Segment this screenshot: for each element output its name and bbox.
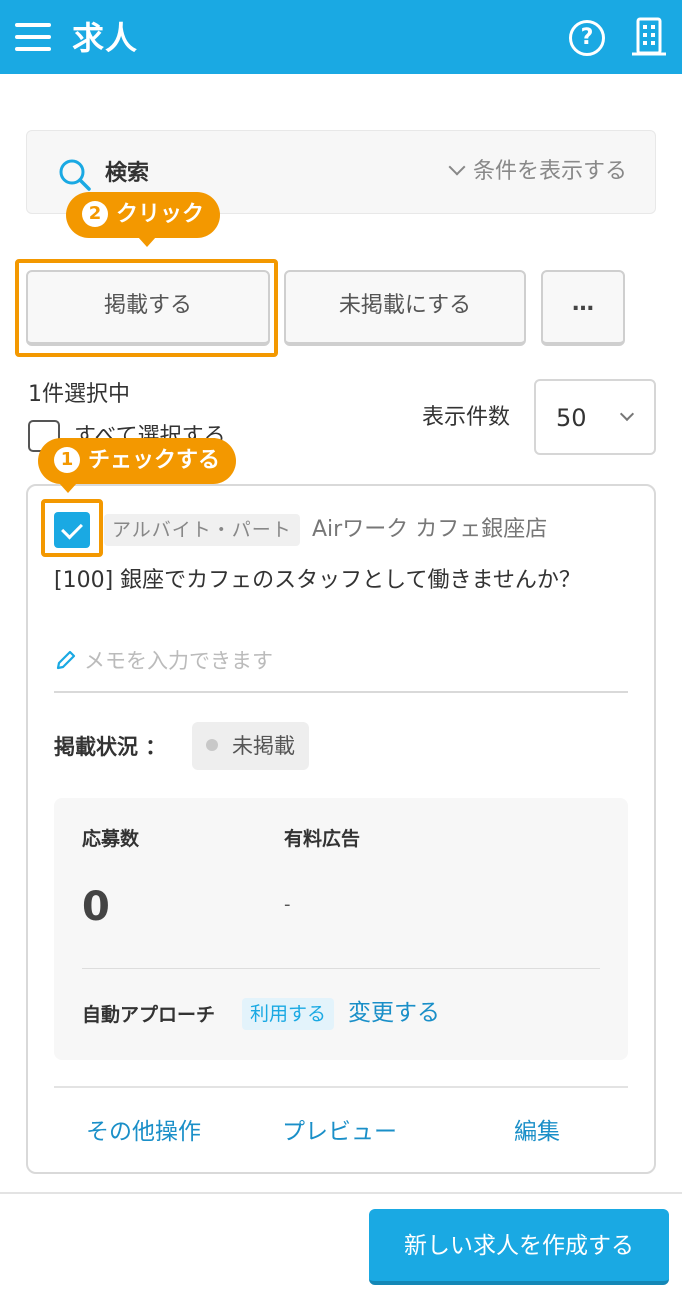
applications-value: 0: [82, 884, 110, 930]
create-job-button[interactable]: 新しい求人を作成する: [369, 1209, 669, 1285]
divider: [54, 691, 628, 693]
per-page-select[interactable]: 50: [534, 379, 656, 455]
job-title[interactable]: [100] 銀座でカフェのスタッフとして働きませんか？: [54, 564, 614, 598]
status-dot-icon: [206, 739, 218, 751]
check-hint-bubble: 1 チェックする: [38, 438, 237, 493]
divider: [54, 1086, 628, 1088]
building-icon[interactable]: [632, 17, 666, 57]
step-number: 2: [82, 201, 108, 227]
status-label: 掲載状況 ：: [54, 735, 167, 759]
chevron-down-icon: [619, 406, 635, 422]
per-page-value: 50: [556, 404, 587, 432]
job-select-checkbox[interactable]: [54, 512, 90, 548]
more-dots-icon: …: [572, 291, 594, 316]
paid-ads-value: -: [284, 894, 291, 915]
edit-link[interactable]: 編集: [514, 1116, 560, 1148]
store-name: Airワーク カフェ銀座店: [312, 517, 548, 542]
show-conditions-toggle[interactable]: 条件を表示する: [448, 157, 627, 187]
per-page-label: 表示件数: [422, 405, 511, 430]
click-hint-bubble: 2 クリック: [66, 192, 221, 247]
applications-label: 応募数: [82, 828, 140, 850]
publish-button-label: 掲載する: [103, 293, 192, 318]
help-circle-icon[interactable]: ?: [569, 20, 605, 56]
app-header: 求人 ?: [0, 0, 682, 74]
search-icon: [59, 159, 91, 191]
check-hint-text: チェックする: [88, 448, 221, 473]
chevron-down-icon: [448, 158, 466, 176]
click-hint-text: クリック: [116, 202, 205, 227]
hamburger-menu-icon[interactable]: [15, 23, 51, 51]
other-operations-link[interactable]: その他操作: [86, 1116, 201, 1148]
auto-approach-status-badge: 利用する: [242, 998, 335, 1030]
unpublish-button-label: 未掲載にする: [338, 293, 472, 318]
divider: [82, 968, 600, 969]
footer-divider: [0, 1192, 682, 1194]
paid-ads-label: 有料広告: [284, 828, 361, 850]
page-title: 求人: [72, 19, 139, 57]
more-actions-button[interactable]: …: [541, 270, 625, 346]
employment-type-tag: アルバイト・パート: [104, 514, 300, 546]
preview-link[interactable]: プレビュー: [282, 1116, 397, 1148]
change-auto-approach-link[interactable]: 変更する: [348, 997, 440, 1029]
search-label: 検索: [105, 161, 150, 186]
job-card: アルバイト・パート Airワーク カフェ銀座店 [100] 銀座でカフェのスタッ…: [26, 484, 656, 1174]
memo-placeholder: メモを入力できます: [84, 649, 273, 673]
status-badge: 未掲載: [192, 722, 309, 770]
auto-approach-label: 自動アプローチ: [82, 1004, 216, 1026]
stats-panel: 応募数 有料広告 0 - 自動アプローチ 利用する 変更する: [54, 798, 628, 1060]
show-conditions-label: 条件を表示する: [472, 159, 627, 184]
publish-button[interactable]: 掲載する: [26, 270, 270, 346]
pencil-icon: [56, 650, 76, 670]
selection-count: 1件選択中: [28, 382, 130, 407]
memo-input[interactable]: メモを入力できます: [54, 646, 273, 676]
status-text: 未掲載: [232, 734, 295, 758]
create-job-button-label: 新しい求人を作成する: [404, 1233, 634, 1259]
unpublish-button[interactable]: 未掲載にする: [284, 270, 526, 346]
step-number: 1: [54, 447, 80, 473]
